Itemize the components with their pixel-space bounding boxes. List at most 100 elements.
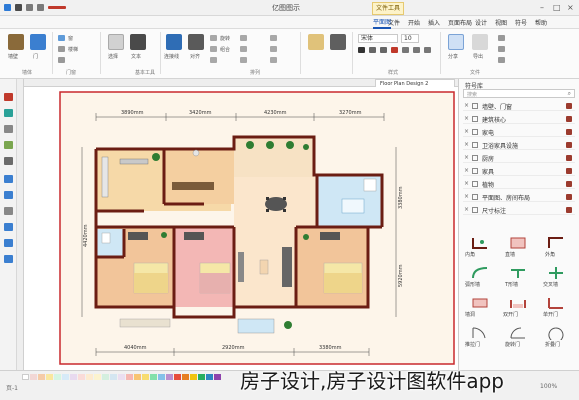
color-swatch[interactable] — [110, 374, 117, 380]
send-back-icon[interactable] — [240, 46, 247, 52]
flip-icon[interactable] — [270, 46, 277, 52]
drawing-canvas[interactable]: 3890mm 3420mm 4230mm 3270mm 4040mm 2920m… — [24, 87, 458, 370]
align-center-icon[interactable] — [413, 47, 420, 53]
window-tool-icon[interactable] — [58, 35, 65, 41]
rotate-icon[interactable] — [210, 35, 217, 41]
close-icon[interactable]: × — [464, 180, 469, 187]
shape-item[interactable] — [471, 325, 489, 339]
shape-item[interactable] — [471, 295, 489, 309]
color-swatch[interactable] — [22, 374, 29, 380]
library-category[interactable]: × 家具 — [463, 166, 575, 176]
style-icon[interactable] — [308, 34, 324, 50]
expand-icon[interactable] — [566, 116, 572, 122]
tab-design[interactable]: 设计 — [475, 18, 487, 27]
font-size-select[interactable]: 10 — [401, 34, 419, 43]
lock-icon[interactable] — [270, 57, 277, 63]
stairs-tool-icon[interactable] — [58, 46, 65, 52]
close-icon[interactable]: × — [464, 193, 469, 200]
library-category[interactable]: × 家电 — [463, 127, 575, 137]
color-swatch[interactable] — [142, 374, 149, 380]
redo-icon[interactable] — [37, 4, 44, 11]
image-icon[interactable] — [4, 141, 13, 149]
tab-insert[interactable]: 插入 — [428, 18, 440, 27]
font-color-icon[interactable] — [391, 47, 398, 53]
layer-icon[interactable] — [4, 125, 13, 133]
link-icon[interactable] — [4, 255, 13, 263]
distribute-icon[interactable] — [240, 57, 247, 63]
line-icon[interactable] — [498, 46, 505, 52]
underline-icon[interactable] — [380, 47, 387, 53]
color-swatch[interactable] — [174, 374, 181, 380]
library-category[interactable]: × 植物 — [463, 179, 575, 189]
tab-view[interactable]: 视图 — [495, 18, 507, 27]
library-category[interactable]: × 卫浴家具设施 — [463, 140, 575, 150]
group-icon[interactable] — [210, 46, 217, 52]
tab-help[interactable]: 帮助 — [535, 18, 547, 27]
expand-icon[interactable] — [566, 181, 572, 187]
expand-icon[interactable] — [566, 142, 572, 148]
close-icon[interactable]: × — [464, 206, 469, 213]
line-style-icon[interactable] — [330, 34, 346, 50]
color-swatch[interactable] — [190, 374, 197, 380]
library-category[interactable]: × 尺寸标注 — [463, 205, 575, 215]
font-name-select[interactable]: 宋体 — [358, 34, 398, 43]
library-category[interactable]: × 平面图、房间布局 — [463, 192, 575, 202]
color-swatch[interactable] — [78, 374, 85, 380]
undo-icon[interactable] — [26, 4, 33, 11]
close-icon[interactable]: × — [464, 128, 469, 135]
tab-symbol[interactable]: 符号 — [515, 18, 527, 27]
shape-item[interactable] — [471, 235, 489, 249]
shape-item[interactable] — [547, 265, 565, 279]
color-swatch[interactable] — [118, 374, 125, 380]
column-tool-icon[interactable] — [58, 57, 65, 63]
select-tool-icon[interactable] — [108, 34, 124, 50]
color-swatch[interactable] — [30, 374, 37, 380]
grid-icon[interactable] — [4, 157, 13, 165]
color-swatch[interactable] — [198, 374, 205, 380]
align-tool-icon[interactable] — [188, 34, 204, 50]
color-swatch[interactable] — [102, 374, 109, 380]
library-category[interactable]: × 墙壁、门窗 — [463, 101, 575, 111]
align-right-icon[interactable] — [424, 47, 431, 53]
align-left-icon[interactable] — [402, 47, 409, 53]
floor-plan[interactable]: 3890mm 3420mm 4230mm 3270mm 4040mm 2920m… — [24, 87, 458, 370]
close-icon[interactable]: × — [464, 115, 469, 122]
shape-item[interactable] — [547, 325, 565, 343]
save-icon[interactable] — [15, 4, 22, 11]
shape-item[interactable] — [547, 235, 565, 249]
library-category[interactable]: × 建筑核心 — [463, 114, 575, 124]
shape-item[interactable] — [547, 295, 565, 309]
color-swatch[interactable] — [126, 374, 133, 380]
close-icon[interactable]: × — [567, 3, 574, 12]
bring-front-icon[interactable] — [240, 35, 247, 41]
quick-access-icon[interactable] — [48, 6, 66, 9]
connector-tool-icon[interactable] — [166, 34, 182, 50]
page-icon[interactable] — [4, 175, 13, 183]
bold-icon[interactable] — [358, 47, 365, 53]
color-swatch[interactable] — [54, 374, 61, 380]
close-icon[interactable]: × — [464, 141, 469, 148]
close-icon[interactable]: × — [464, 167, 469, 174]
fill-icon[interactable] — [4, 109, 13, 117]
color-swatch[interactable] — [206, 374, 213, 380]
context-tab[interactable]: 文件工具 — [372, 2, 404, 15]
tab-home[interactable]: 开始 — [408, 18, 420, 27]
color-swatch[interactable] — [134, 374, 141, 380]
attachment-icon[interactable] — [4, 239, 13, 247]
fill-icon[interactable] — [498, 35, 505, 41]
expand-icon[interactable] — [566, 207, 572, 213]
minimize-icon[interactable]: – — [540, 3, 544, 12]
shape-item[interactable] — [509, 265, 527, 279]
brush-icon[interactable] — [4, 93, 13, 101]
door-tool-icon[interactable] — [30, 34, 46, 50]
color-swatch[interactable] — [182, 374, 189, 380]
expand-icon[interactable] — [566, 194, 572, 200]
ungroup-icon[interactable] — [210, 57, 217, 63]
color-swatch[interactable] — [62, 374, 69, 380]
comment-icon[interactable] — [4, 223, 13, 231]
tab-page-layout[interactable]: 页面布局 — [448, 18, 472, 27]
color-swatch[interactable] — [38, 374, 45, 380]
history-icon[interactable] — [4, 207, 13, 215]
color-swatch[interactable] — [46, 374, 53, 380]
close-icon[interactable]: × — [464, 154, 469, 161]
